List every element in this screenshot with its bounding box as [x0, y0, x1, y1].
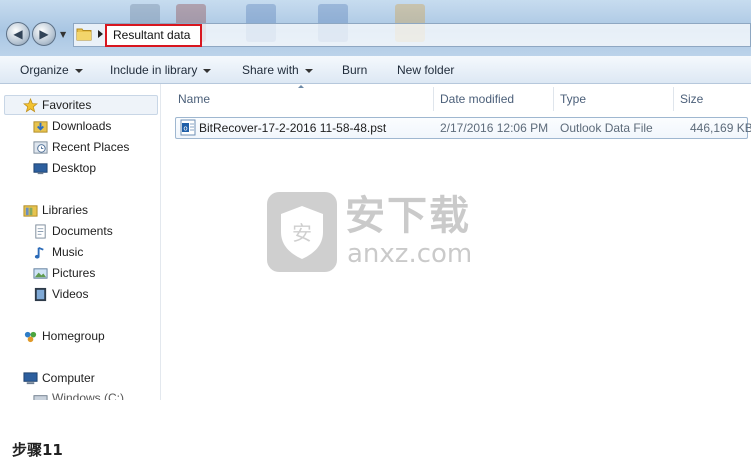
nav-item-label: Downloads [52, 119, 112, 133]
forward-arrow-icon[interactable]: ▶ [32, 22, 56, 46]
breadcrumb-resultant-data[interactable]: Resultant data [105, 24, 202, 47]
recent-pages-dropdown-icon[interactable]: ▼ [60, 30, 66, 39]
svg-text:安: 安 [292, 221, 312, 245]
chevron-down-icon [74, 68, 83, 73]
column-header-type[interactable]: Type [554, 87, 674, 111]
new-folder-button[interactable]: New folder [397, 63, 454, 77]
nav-item-pictures[interactable]: Pictures [32, 264, 95, 282]
desktop-icon [32, 160, 48, 176]
music-icon [32, 244, 48, 260]
nav-item-downloads[interactable]: Downloads [32, 117, 111, 135]
share-with-label: Share with [242, 63, 299, 77]
back-arrow-icon[interactable]: ◀ [6, 22, 30, 46]
file-date-modified: 2/17/2016 12:06 PM [440, 121, 549, 135]
column-header-name[interactable]: Name [172, 87, 434, 111]
videos-icon [32, 286, 48, 302]
folder-icon [76, 28, 92, 41]
nav-item-label: Windows (C:) [52, 391, 125, 400]
nav-favorites[interactable]: Favorites [22, 96, 91, 114]
nav-item-music[interactable]: Music [32, 243, 83, 261]
computer-icon [22, 370, 38, 386]
nav-item-windows-drive[interactable]: Windows (C:) [32, 389, 124, 400]
column-header-size[interactable]: Size [674, 87, 751, 111]
nav-item-label: Desktop [52, 161, 97, 175]
share-with-button[interactable]: Share with [242, 63, 313, 77]
nav-computer-label: Computer [42, 371, 95, 385]
recent-places-icon [32, 139, 48, 155]
explorer-window: ◀ ▶ ▼ Resultant data Organize Include in… [0, 0, 751, 400]
svg-text:o: o [183, 125, 187, 133]
nav-homegroup[interactable]: Homegroup [22, 327, 105, 345]
nav-computer[interactable]: Computer [22, 369, 95, 387]
include-in-library-label: Include in library [110, 63, 198, 77]
breadcrumb-separator-icon[interactable] [98, 30, 103, 38]
include-in-library-button[interactable]: Include in library [110, 63, 212, 77]
organize-label: Organize [20, 63, 69, 77]
nav-item-label: Pictures [52, 266, 96, 280]
nav-item-label: Documents [52, 224, 113, 238]
nav-homegroup-label: Homegroup [42, 329, 105, 343]
homegroup-icon [22, 328, 38, 344]
watermark-chinese-text: 安下载 [345, 193, 471, 239]
file-size: 446,169 KB [690, 121, 751, 135]
burn-button[interactable]: Burn [342, 63, 367, 77]
documents-icon [32, 223, 48, 239]
star-icon [22, 97, 38, 113]
nav-item-label: Recent Places [52, 140, 130, 154]
nav-libraries-label: Libraries [42, 203, 89, 217]
nav-favorites-label: Favorites [42, 98, 92, 112]
watermark-domain-text: anxz.com [347, 239, 473, 269]
libraries-icon [22, 202, 38, 218]
nav-libraries[interactable]: Libraries [22, 201, 88, 219]
pictures-icon [32, 265, 48, 281]
nav-item-desktop[interactable]: Desktop [32, 159, 96, 177]
drive-icon [32, 390, 48, 400]
nav-item-documents[interactable]: Documents [32, 222, 113, 240]
file-type: Outlook Data File [560, 121, 653, 135]
chevron-down-icon [304, 68, 313, 73]
downloads-folder-icon [32, 118, 48, 134]
watermark: 安 安下载 anxz.com [267, 192, 479, 272]
nav-item-label: Videos [52, 287, 89, 301]
nav-item-label: Music [52, 245, 84, 259]
nav-item-videos[interactable]: Videos [32, 285, 88, 303]
nav-item-recent-places[interactable]: Recent Places [32, 138, 129, 156]
chevron-down-icon [203, 68, 212, 73]
file-name[interactable]: BitRecover-17-2-2016 11-58-48.pst [199, 120, 386, 136]
outlook-data-file-icon: o [180, 119, 196, 136]
organize-button[interactable]: Organize [20, 63, 83, 77]
step-caption: 步骤11 [12, 441, 63, 459]
column-header-date-modified[interactable]: Date modified [434, 87, 554, 111]
